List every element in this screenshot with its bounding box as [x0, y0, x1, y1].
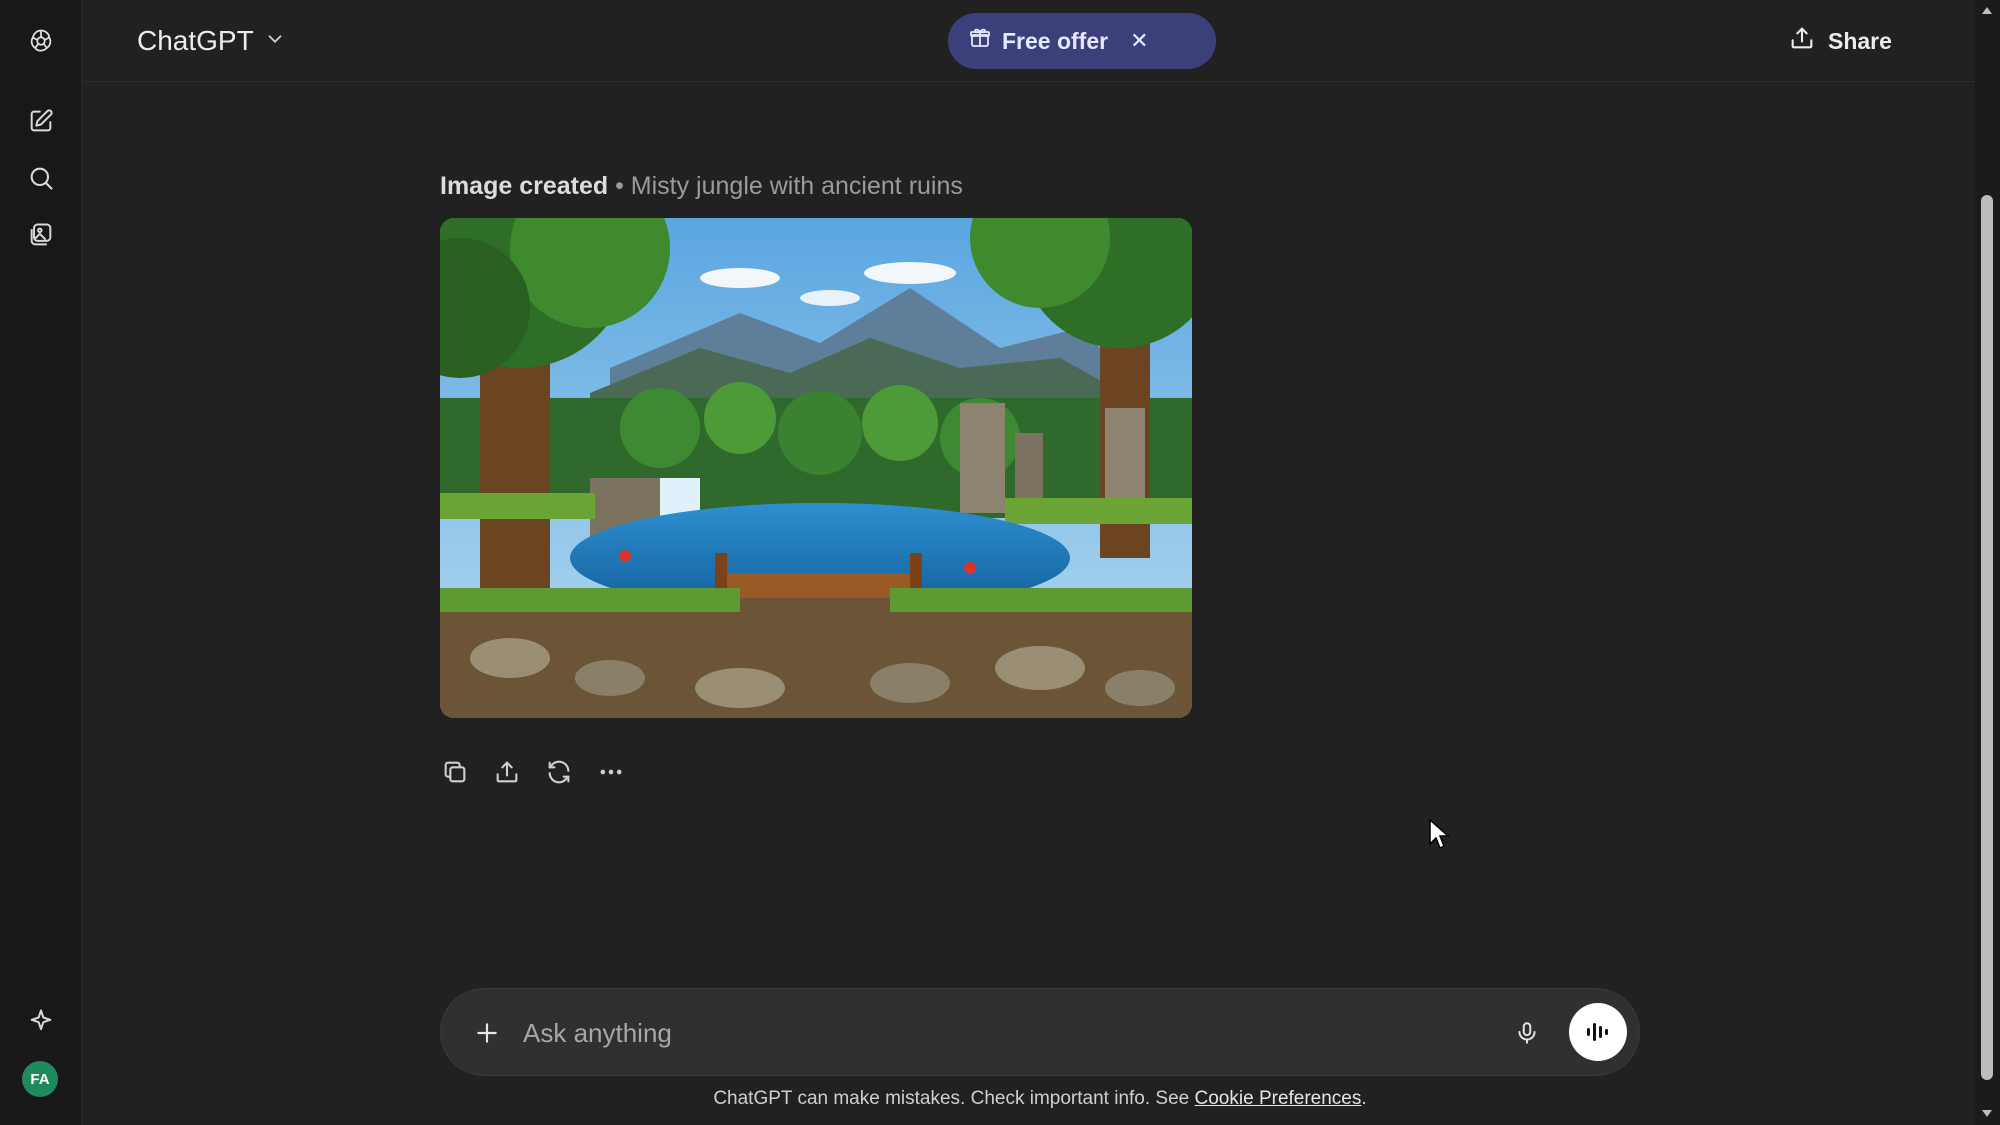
microphone-icon[interactable] [1507, 1013, 1547, 1053]
scrollbar-thumb[interactable] [1981, 195, 1993, 1080]
chevron-down-icon [264, 25, 286, 57]
library-icon[interactable] [20, 214, 62, 256]
search-icon[interactable] [20, 157, 62, 199]
image-caption: Image created • Misty jungle with ancien… [440, 172, 963, 201]
mouse-cursor-icon [1429, 818, 1450, 850]
image-title: • Misty jungle with ancient ruins [608, 172, 963, 200]
scroll-down-arrow-icon[interactable] [1980, 1107, 1994, 1121]
image-created-label: Image created [440, 172, 609, 200]
share-icon[interactable] [492, 757, 522, 787]
close-icon[interactable]: ✕ [1130, 28, 1148, 54]
more-actions-icon[interactable] [596, 757, 626, 787]
voice-mode-button[interactable] [1569, 1003, 1627, 1061]
copy-icon[interactable] [440, 757, 470, 787]
offer-label: Free offer [1002, 27, 1109, 54]
disclaimer: ChatGPT can make mistakes. Check importa… [0, 1088, 2000, 1110]
sidebar-rail: FA [0, 0, 82, 1125]
new-chat-icon[interactable] [20, 100, 62, 142]
sparkle-icon[interactable] [20, 1000, 62, 1042]
voice-waveform-icon [1587, 1023, 1608, 1041]
prompt-input[interactable] [523, 1009, 1423, 1057]
top-bar: ChatGPT Free offer ✕ Share [83, 0, 1975, 82]
disclaimer-text: ChatGPT can make mistakes. Check importa… [713, 1088, 1195, 1109]
regenerate-icon[interactable] [544, 757, 574, 787]
composer [440, 988, 1640, 1076]
cookie-preferences-link[interactable]: Cookie Preferences [1195, 1088, 1362, 1109]
share-label: Share [1828, 27, 1892, 54]
scroll-up-arrow-icon[interactable] [1980, 3, 1994, 17]
message-actions [440, 757, 626, 787]
model-name: ChatGPT [137, 25, 254, 56]
generated-image[interactable] [440, 218, 1192, 718]
disclaimer-end: . [1361, 1088, 1367, 1109]
share-button[interactable]: Share [1788, 20, 1892, 62]
openai-logo-icon[interactable] [20, 20, 62, 62]
upload-icon [1788, 24, 1816, 58]
free-offer-pill[interactable]: Free offer ✕ [948, 13, 1216, 69]
plus-icon[interactable] [467, 1013, 507, 1053]
gift-icon [968, 26, 992, 56]
model-selector[interactable]: ChatGPT [131, 20, 292, 62]
